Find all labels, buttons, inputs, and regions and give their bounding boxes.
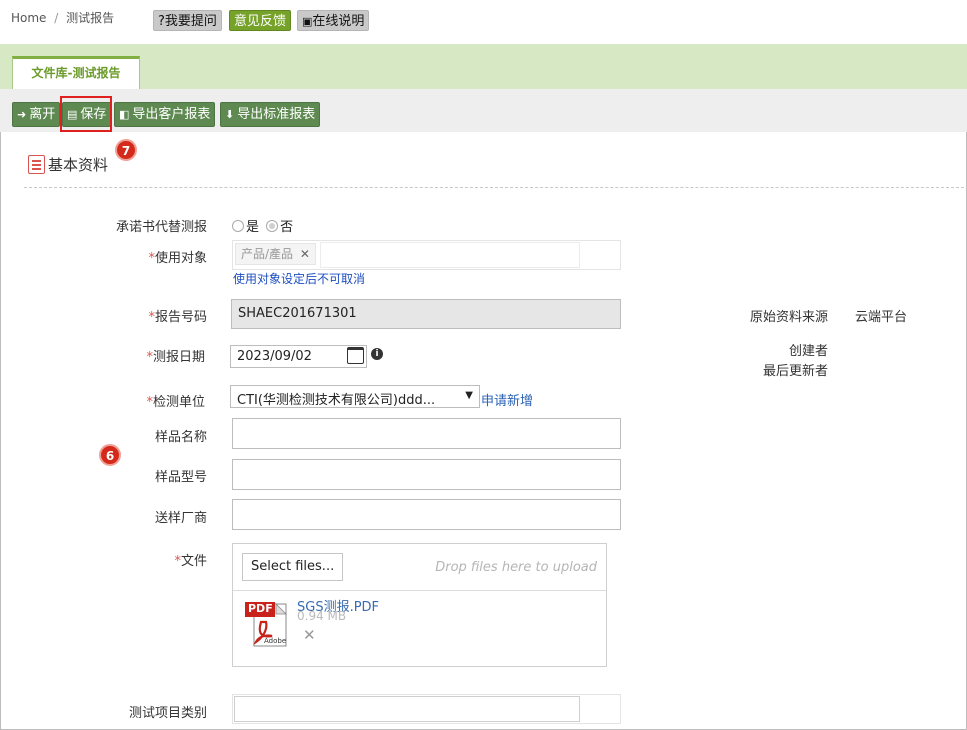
excel-file-icon: ◧ [119, 108, 130, 121]
pdf-badge-text: PDF [248, 602, 273, 615]
lab-label-text: 检测单位 [152, 395, 205, 410]
test-category-label: 测试项目类别 [128, 706, 207, 721]
upload-header: Select files... Drop files here to uploa… [233, 544, 606, 591]
target-tag: 产品/產品 ✕ [235, 243, 316, 265]
action-toolbar: ➜ 离开 ▤ 保存 ◧ 导出客户报表 ⬇ 导出标准报表 [0, 89, 967, 132]
report-no-input: SHAEC201671301 [231, 299, 621, 329]
select-files-button[interactable]: Select files... [242, 553, 344, 581]
online-manual-label: 在线说明 [312, 14, 365, 29]
sample-name-input[interactable] [232, 418, 621, 449]
test-date-input[interactable]: 2023/09/02 [230, 345, 367, 368]
pdf-brand-text: Adobe [264, 637, 287, 645]
test-date-label-text: 测报日期 [152, 350, 205, 365]
book-icon: ▣ [302, 15, 313, 28]
uploaded-file-size: 0.94 MB [297, 609, 347, 623]
files-label-text: 文件 [180, 554, 207, 569]
sender-label: 送样厂商 [154, 511, 207, 526]
creator-label: 创建者 [788, 344, 828, 359]
section-divider [24, 187, 964, 188]
leave-button[interactable]: ➜ 离开 [12, 102, 61, 127]
export-customer-report-button[interactable]: ◧ 导出客户报表 [114, 102, 216, 127]
report-no-label: *报告号码 [148, 310, 207, 325]
calendar-icon[interactable] [347, 347, 364, 364]
breadcrumb: Home / 测试报告 [11, 9, 114, 26]
step-badge-6: 6 [99, 444, 121, 466]
feedback-button[interactable]: 意见反馈 [229, 10, 292, 31]
breadcrumb-home[interactable]: Home [11, 11, 46, 25]
section-title: 基本资料 [48, 156, 109, 174]
commitment-label: 承诺书代替测报 [115, 220, 207, 235]
target-tag-remove-icon[interactable]: ✕ [300, 247, 310, 261]
source-label: 原始资料来源 [749, 310, 828, 325]
export-standard-report-button[interactable]: ⬇ 导出标准报表 [220, 102, 321, 127]
target-tag-label: 产品/產品 [241, 247, 294, 261]
info-icon[interactable]: i [371, 348, 383, 360]
exit-icon: ➜ [17, 108, 27, 121]
apply-new-lab-link[interactable]: 申请新增 [481, 390, 533, 409]
tab-document-library-test-report[interactable]: 文件库-测试报告 [12, 56, 140, 89]
sample-model-label: 样品型号 [154, 470, 207, 485]
report-no-label-text: 报告号码 [154, 310, 207, 325]
target-search-input[interactable] [320, 242, 580, 268]
updater-label: 最后更新者 [762, 364, 828, 379]
lab-selected-value: CTI(华测检测技术有限公司)ddd... [237, 393, 436, 408]
download-icon: ⬇ [225, 108, 235, 121]
radio-no[interactable] [266, 220, 279, 232]
ask-question-button[interactable]: ?我要提问 [153, 10, 222, 31]
lab-select[interactable]: CTI(华测检测技术有限公司)ddd... ▼ [230, 385, 480, 408]
sender-input[interactable] [232, 499, 621, 530]
export-standard-label: 导出标准报表 [237, 107, 316, 122]
leave-label: 离开 [29, 107, 56, 122]
remove-file-icon[interactable]: ✕ [303, 626, 316, 644]
radio-yes-label: 是 [246, 220, 260, 235]
save-highlight-box [60, 96, 112, 132]
radio-yes[interactable] [232, 220, 244, 232]
target-note: 使用对象设定后不可取消 [233, 272, 366, 286]
test-date-label: *测报日期 [146, 350, 205, 365]
online-manual-button[interactable]: ▣在线说明 [297, 10, 370, 31]
sample-name-label: 样品名称 [154, 430, 207, 445]
chevron-down-icon: ▼ [465, 390, 473, 401]
target-label: *使用对象 [148, 251, 207, 266]
drop-hint: Drop files here to upload [435, 560, 597, 575]
test-category-input[interactable] [234, 696, 580, 722]
report-no-value: SHAEC201671301 [238, 306, 357, 321]
commitment-radio-group: 是 否 [232, 216, 293, 235]
files-label: *文件 [174, 554, 207, 569]
tab-bar: 文件库-测试报告 [0, 44, 967, 89]
pdf-file-icon: PDF Adobe [244, 600, 289, 648]
step-badge-7: 7 [115, 139, 137, 161]
breadcrumb-current: 测试报告 [66, 11, 115, 25]
export-customer-label: 导出客户报表 [132, 107, 211, 122]
breadcrumb-separator: / [54, 11, 59, 25]
test-date-value: 2023/09/02 [237, 349, 312, 364]
radio-no-label: 否 [280, 220, 294, 235]
list-icon [28, 155, 45, 174]
sample-model-input[interactable] [232, 459, 621, 490]
file-upload-area[interactable]: Select files... Drop files here to uploa… [232, 543, 607, 667]
source-value: 云端平台 [855, 310, 908, 325]
target-label-text: 使用对象 [154, 251, 207, 266]
lab-label: *检测单位 [146, 395, 205, 410]
top-bar: Home / 测试报告 ?我要提问 意见反馈 ▣在线说明 [0, 0, 967, 44]
